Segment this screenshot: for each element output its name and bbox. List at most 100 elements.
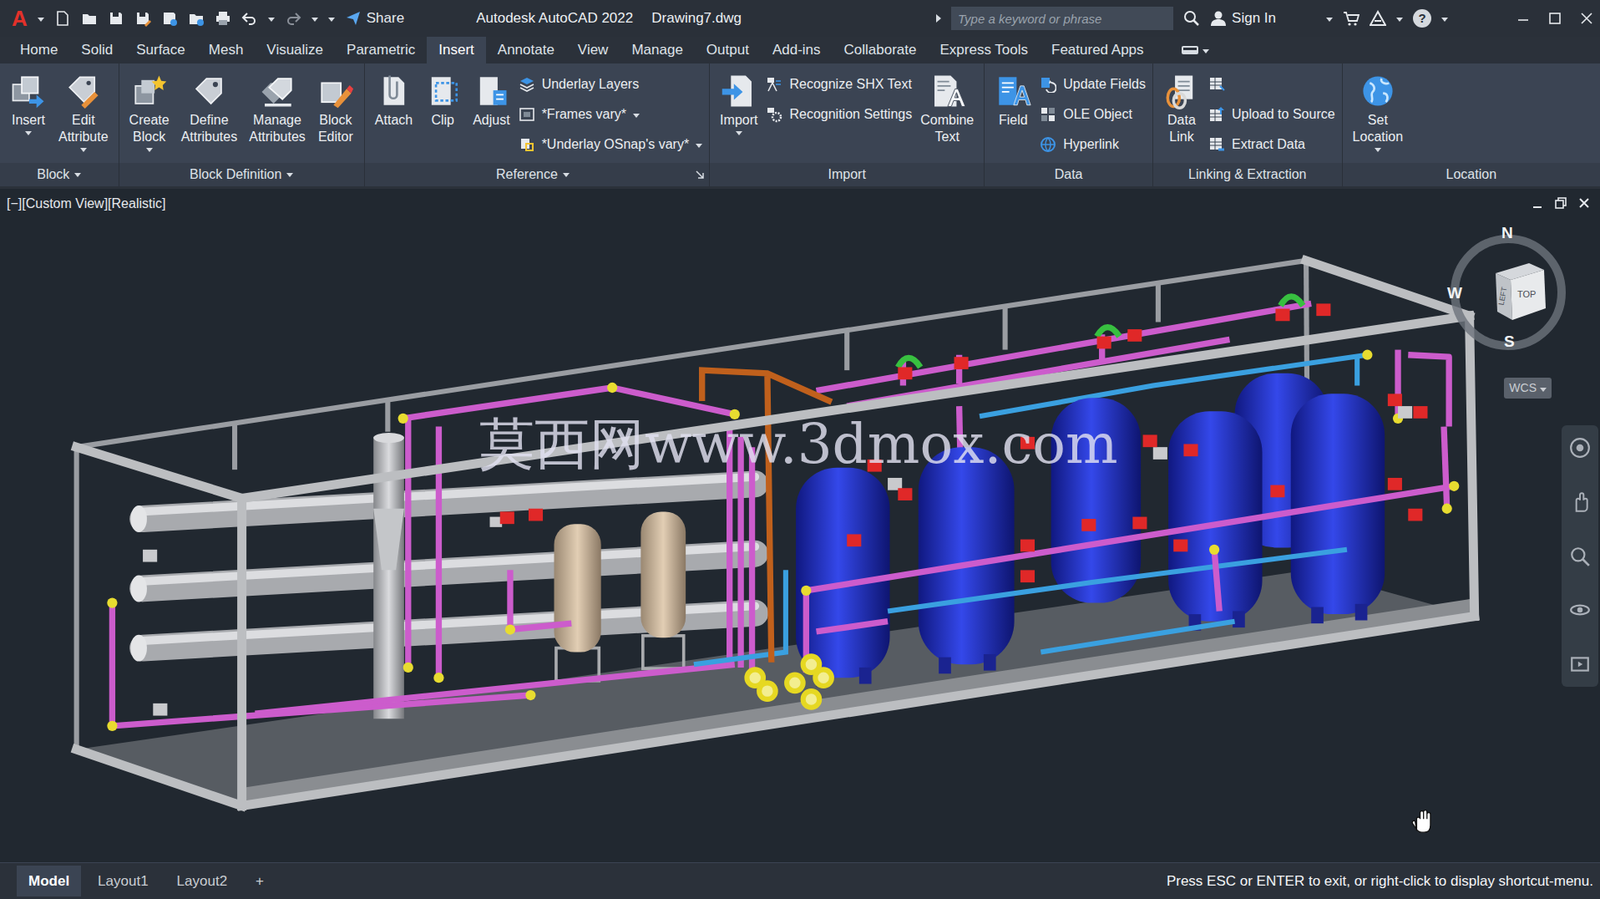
redo-icon[interactable] [284,10,302,27]
dropdown-arrow-icon[interactable] [1374,147,1382,152]
layout-tab[interactable]: Model [16,865,82,897]
ribbon-tab[interactable]: Output [694,36,761,64]
search-icon[interactable] [1183,10,1200,27]
ribbon-tab[interactable]: Featured Apps [1039,36,1156,64]
cart-icon[interactable] [1342,10,1360,27]
zoom-icon[interactable] [1569,545,1591,568]
viewport-close-icon[interactable] [1578,197,1590,209]
save-as-icon[interactable] [134,10,152,27]
ucs-menu[interactable]: WCS [1503,377,1552,399]
drawing-viewport[interactable]: [−][Custom View][Realistic]莫西网www.3dmox.… [0,188,1600,862]
ribbon-small-button[interactable]: Update Fields [1039,70,1146,99]
ribbon-small-button[interactable]: Recognize SHX Text [765,70,912,99]
ribbon-button[interactable]: EditAttribute [55,70,112,152]
ribbon-tab[interactable]: Home [8,36,70,64]
save-to-web-icon[interactable] [161,10,178,27]
app-logo[interactable]: A [11,7,28,30]
dropdown-arrow-icon[interactable] [562,172,570,178]
ribbon-tab[interactable]: Insert [426,36,487,64]
dropdown-arrow-icon[interactable] [311,17,319,22]
panel-title-bar[interactable]: Location [1342,162,1600,187]
dropdown-arrow-icon[interactable] [268,17,275,22]
ribbon-button[interactable]: Adjust [469,70,513,129]
viewport-restore-icon[interactable] [1554,197,1567,209]
steering-wheel-icon[interactable] [1569,436,1591,459]
ribbon-small-button[interactable]: *Frames vary* [518,100,703,129]
ribbon-tab[interactable]: Manage [619,36,694,64]
panel-title-bar[interactable]: Reference [364,162,709,187]
ribbon-toggle[interactable] [1180,36,1210,64]
undo-icon[interactable] [241,10,259,27]
ribbon-tab[interactable]: Visualize [254,36,335,64]
compass-south[interactable]: S [1503,333,1515,350]
panel-title-bar[interactable]: Block Definition [119,162,365,187]
plot-icon[interactable] [214,10,232,27]
ribbon-small-button[interactable]: Recognition Settings [765,100,912,129]
dropdown-arrow-icon[interactable] [25,131,32,136]
dropdown-arrow-icon[interactable] [37,17,45,22]
ribbon-button[interactable]: CreateBlock [126,70,173,152]
dropdown-arrow-icon[interactable] [1202,49,1210,54]
share-button[interactable]: Share [344,7,405,30]
ribbon-button[interactable]: Attach [371,70,416,129]
dropdown-arrow-icon[interactable] [146,147,153,152]
ribbon-tab[interactable]: Parametric [334,36,427,64]
dropdown-arrow-icon[interactable] [695,143,703,148]
ribbon-small-button[interactable]: Upload to Source [1208,100,1336,129]
ribbon-button[interactable]: ManageAttributes [245,70,309,146]
new-file-icon[interactable] [54,10,71,27]
ribbon-button[interactable]: DataLink [1159,70,1204,146]
ribbon-small-button[interactable]: Hyperlink [1039,130,1146,159]
autodesk-app-store-icon[interactable] [1369,10,1387,27]
help-button[interactable]: ? [1412,9,1432,28]
ribbon-tab[interactable]: Express Tools [927,36,1040,64]
ribbon-button[interactable]: BlockEditor [313,70,358,146]
ribbon-tab[interactable]: Add-ins [760,36,833,64]
dropdown-arrow-icon[interactable] [74,172,82,178]
dropdown-arrow-icon[interactable] [1539,387,1547,392]
ribbon-small-button[interactable]: Underlay Layers [518,70,703,99]
compass-west[interactable]: W [1447,284,1463,301]
icon-button[interactable] [1208,70,1336,99]
pan-icon[interactable] [1569,491,1591,513]
ribbon-tab[interactable]: Solid [69,36,125,64]
ribbon-button[interactable]: DefineAttributes [177,70,242,146]
ribbon-button[interactable]: SetLocation [1349,70,1408,152]
dropdown-arrow-icon[interactable] [632,113,640,118]
layout-tab[interactable]: + [243,865,276,897]
ribbon-button[interactable]: Import [716,70,761,136]
viewport-controls-label[interactable]: [−][Custom View][Realistic] [6,193,166,214]
viewport-minimize-icon[interactable] [1531,197,1544,209]
showmotion-icon[interactable] [1569,653,1591,675]
dropdown-arrow-icon[interactable] [1396,17,1403,22]
dropdown-arrow-icon[interactable] [328,17,335,22]
layout-tab[interactable]: Layout1 [86,865,161,897]
ribbon-button[interactable]: CombineText [916,70,978,146]
ribbon-button[interactable]: Field [991,70,1035,129]
viewcube-top-face[interactable]: TOP [1517,289,1536,299]
close-icon[interactable] [1579,11,1594,26]
equipment-model[interactable] [0,188,1600,862]
orbit-icon[interactable] [1569,598,1591,621]
panel-title-bar[interactable]: Data [984,162,1153,187]
dropdown-arrow-icon[interactable] [1326,17,1333,22]
dropdown-arrow-icon[interactable] [286,172,294,178]
panel-title-bar[interactable]: Linking & Extraction [1153,162,1342,187]
sign-in-button[interactable]: Sign In [1210,7,1276,30]
save-icon[interactable] [107,10,125,27]
compass-north[interactable]: N [1501,224,1514,241]
viewcube[interactable]: NWSTOPLEFT [1437,221,1580,364]
ribbon-small-button[interactable]: Extract Data [1208,130,1336,159]
search-field[interactable] [951,6,1174,31]
ribbon-small-button[interactable]: *Underlay OSnap's vary* [518,130,703,159]
ribbon-tab[interactable]: Annotate [486,36,567,64]
panel-title-bar[interactable]: Import [709,162,984,187]
ribbon-button[interactable]: Clip [420,70,465,129]
layout-tab[interactable]: Layout2 [165,865,240,897]
ribbon-button[interactable]: Insert [6,70,51,136]
ribbon-tab[interactable]: Collaborate [832,36,929,64]
open-folder-icon[interactable] [81,10,98,27]
ribbon-tab[interactable]: Surface [124,36,198,64]
panel-title-bar[interactable]: Block [0,162,119,187]
dropdown-arrow-icon[interactable] [80,147,87,152]
